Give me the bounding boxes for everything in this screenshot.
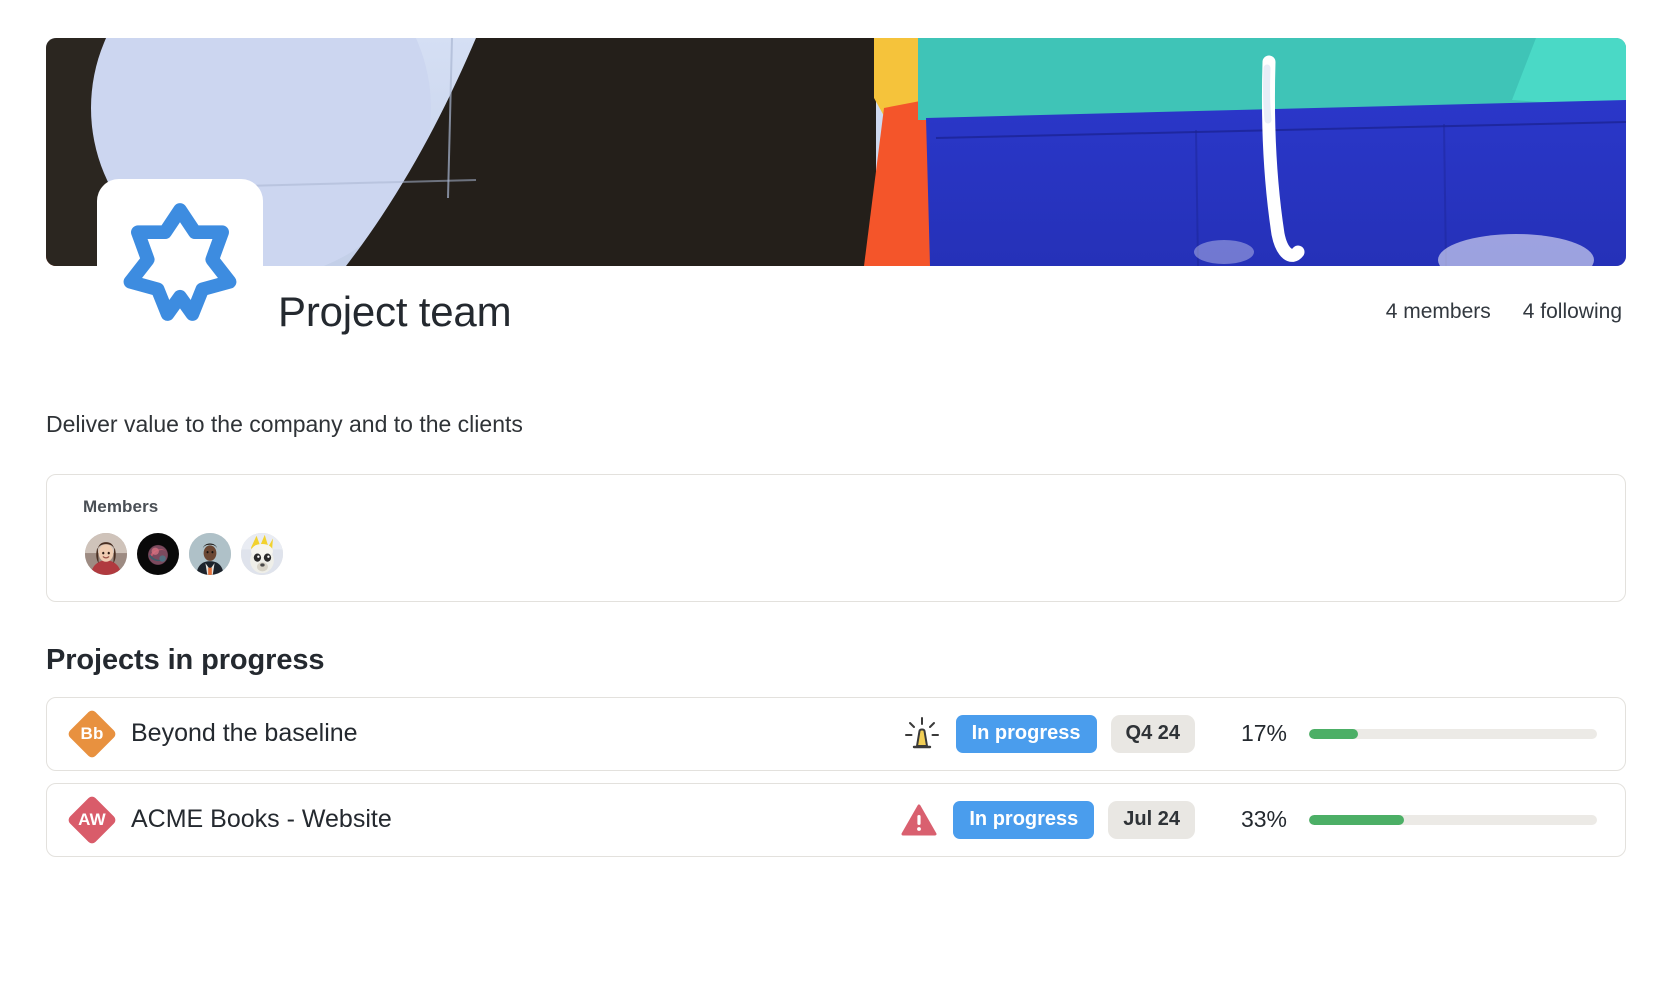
projects-section-heading: Projects in progress: [46, 643, 325, 676]
project-meta: In progress Jul 24 33%: [897, 800, 1597, 840]
progress-bar-track: [1309, 814, 1597, 825]
project-identity: AW ACME Books - Website: [66, 794, 897, 846]
page-title: Project team: [278, 288, 512, 335]
project-identity: Bb Beyond the baseline: [66, 708, 900, 760]
project-initials: Bb: [80, 723, 104, 743]
team-logo-tile: [97, 179, 263, 345]
project-avatar-diamond: Bb: [66, 708, 118, 760]
avatar-abstract-sphere-icon: [137, 532, 179, 575]
progress-percent-label: 33%: [1240, 806, 1287, 833]
team-description: Deliver value to the company and to the …: [46, 411, 523, 437]
team-counts: 4 members 4 following: [1386, 300, 1626, 324]
projects-list: Bb Beyond the baseline In progress Q4 24…: [46, 696, 1626, 857]
project-avatar-diamond: AW: [66, 794, 118, 846]
banner-wrapper: [46, 38, 1626, 345]
avatar-person-jacket-icon: [189, 532, 231, 575]
date-badge[interactable]: Q4 24: [1110, 714, 1195, 753]
member-avatar-1[interactable]: [83, 530, 129, 577]
team-page: Project team 4 members 4 following Deliv…: [0, 38, 1672, 986]
members-label: Members: [83, 496, 159, 516]
siren-light-icon: [900, 714, 944, 754]
member-avatar-4[interactable]: [239, 530, 285, 577]
warning-triangle-icon: [897, 800, 941, 840]
progress-bar-fill: [1309, 814, 1405, 825]
project-initials: AW: [78, 809, 106, 829]
member-avatar-3[interactable]: [187, 530, 233, 577]
team-banner-image: [46, 38, 1626, 266]
progress-bar-fill: [1309, 728, 1358, 739]
status-badge[interactable]: In progress: [953, 800, 1095, 839]
members-count[interactable]: 4 members: [1386, 300, 1491, 324]
project-row[interactable]: Bb Beyond the baseline In progress Q4 24…: [46, 696, 1626, 771]
progress-bar-track: [1309, 728, 1597, 739]
progress-percent-label: 17%: [1240, 720, 1287, 747]
project-name[interactable]: ACME Books - Website: [131, 805, 392, 834]
avatar-woman-red-icon: [85, 532, 127, 575]
project-row[interactable]: AW ACME Books - Website In progress Jul …: [46, 782, 1626, 857]
member-avatar-2[interactable]: [135, 530, 181, 577]
status-badge[interactable]: In progress: [955, 714, 1097, 753]
project-meta: In progress Q4 24 17%: [900, 714, 1597, 754]
following-count[interactable]: 4 following: [1523, 300, 1622, 324]
banner-mural-graphic: [46, 38, 1626, 266]
date-badge[interactable]: Jul 24: [1108, 800, 1195, 839]
avatar-toy-yellow-hair-icon: [241, 532, 283, 575]
members-card[interactable]: Members: [46, 473, 1626, 602]
six-point-star-outline-icon: [123, 203, 237, 321]
team-title-row: Project team 4 members 4 following: [46, 266, 1626, 358]
members-avatar-row: [83, 530, 1589, 577]
project-name[interactable]: Beyond the baseline: [131, 719, 358, 748]
